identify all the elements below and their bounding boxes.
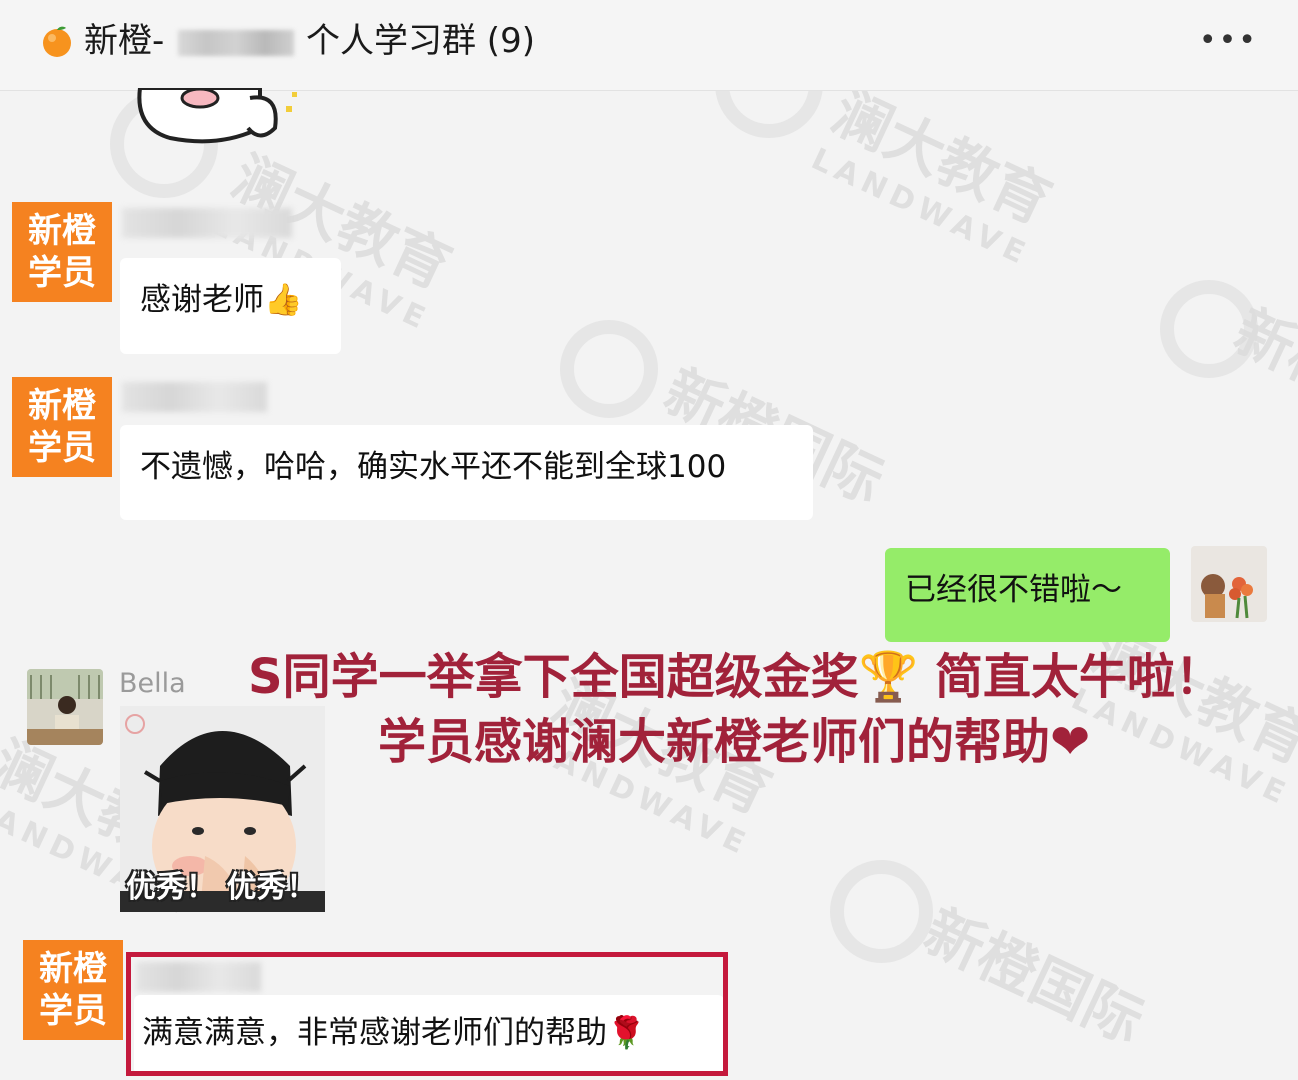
bella-avatar[interactable] bbox=[27, 669, 103, 745]
watermark-logo bbox=[1160, 280, 1258, 378]
chat-title-suffix: 个人学习群 (9) bbox=[306, 21, 535, 61]
watermark-logo bbox=[830, 860, 933, 963]
sticker-caption: 优秀！ 优秀！ bbox=[126, 870, 317, 905]
sticker-message[interactable]: 优秀！ 优秀！ bbox=[120, 706, 325, 912]
orange-icon bbox=[43, 26, 71, 57]
student-avatar[interactable]: 新橙 学员 bbox=[12, 377, 112, 477]
self-avatar[interactable] bbox=[1191, 546, 1267, 622]
message-bubble[interactable]: 不遗憾，哈哈，确实水平还不能到全球100 bbox=[120, 425, 813, 520]
redacted-sender-name bbox=[122, 382, 267, 412]
chat-header: 新橙- 个人学习群 (9) ••• bbox=[0, 0, 1298, 91]
sender-name: Bella bbox=[119, 668, 186, 699]
more-options-button[interactable]: ••• bbox=[1199, 26, 1258, 56]
watermark-logo bbox=[560, 320, 658, 418]
student-avatar[interactable]: 新橙 学员 bbox=[12, 202, 112, 302]
self-message-bubble[interactable]: 已经很不错啦～ bbox=[885, 548, 1170, 642]
redacted-sender-name bbox=[122, 208, 292, 238]
watermark-text: 澜大教育LANDWAVE bbox=[805, 77, 1062, 274]
promo-subline: 学员感谢澜大新橙老师们的帮助❤ bbox=[378, 714, 1091, 770]
highlight-frame bbox=[126, 952, 728, 1076]
chat-title: 新橙- bbox=[84, 21, 165, 61]
watermark-text: 新橙国际 bbox=[1224, 296, 1298, 457]
watermark-text: 新橙国际 bbox=[914, 896, 1154, 1057]
redacted-name bbox=[178, 30, 294, 56]
pig-sticker-partial bbox=[137, 88, 297, 144]
message-bubble[interactable]: 感谢老师👍 bbox=[120, 258, 341, 354]
student-avatar[interactable]: 新橙 学员 bbox=[23, 940, 123, 1040]
promo-headline: S同学一举拿下全国超级金奖🏆 简直太牛啦！ bbox=[248, 649, 1224, 705]
